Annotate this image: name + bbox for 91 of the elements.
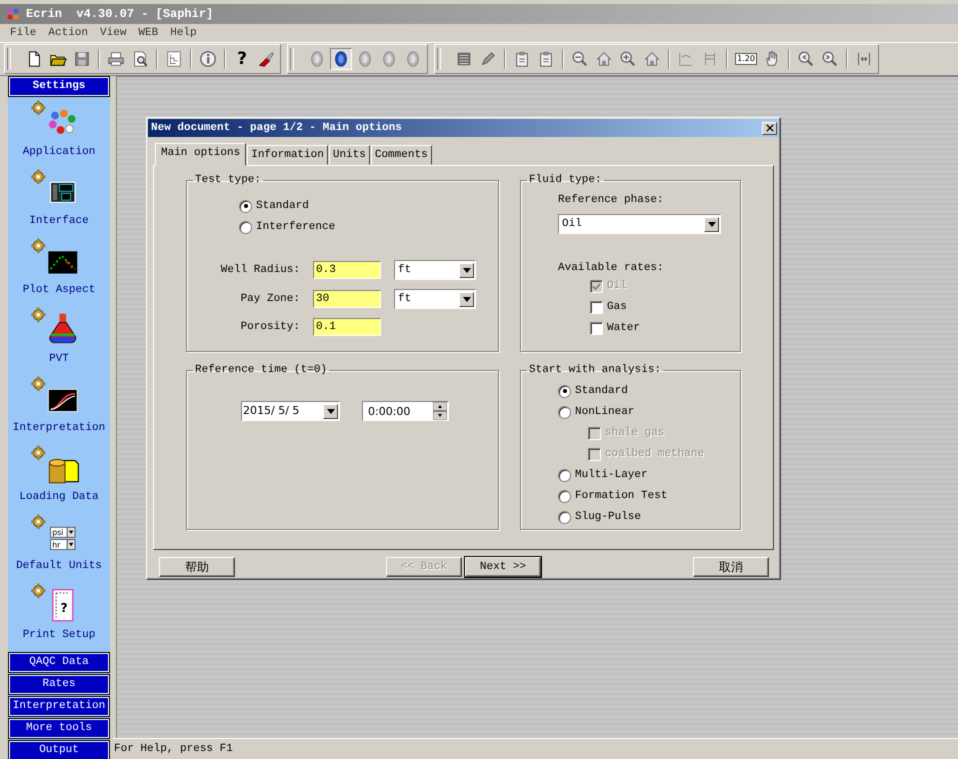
sidebar-section[interactable]: Output <box>9 741 109 759</box>
sidebar-section[interactable]: Interpretation <box>9 697 109 716</box>
help-button[interactable]: ? <box>231 48 253 70</box>
radio-button[interactable]: Slug-Pulse <box>558 509 740 525</box>
sidebar-item-label[interactable]: PVT <box>49 353 69 365</box>
field-label: Reference phase: <box>558 194 665 206</box>
field-label: Porosity: <box>240 321 300 333</box>
checkbox[interactable]: Gas <box>590 299 740 315</box>
house-icon <box>595 50 613 68</box>
field-label: Available rates: <box>558 262 665 274</box>
group-title: Fluid type: <box>528 174 603 186</box>
sidebar-item-label[interactable]: Print Setup <box>22 629 96 641</box>
sidebar-item-label[interactable]: Plot Aspect <box>22 284 96 296</box>
sidebar-header[interactable]: Settings <box>9 77 109 96</box>
close-button[interactable] <box>762 122 777 134</box>
list-icon <box>455 50 473 68</box>
menu-item[interactable]: View <box>94 27 132 39</box>
sidebar-item-label[interactable]: Loading Data <box>19 491 99 503</box>
date-picker[interactable]: 2015/ 5/ 5 <box>241 401 340 421</box>
status-text: For Help, press F1 <box>114 743 233 755</box>
spinner-icon <box>433 402 447 420</box>
sidebar-section[interactable]: QAQC Data <box>9 653 109 672</box>
knife-icon <box>257 50 275 68</box>
toolbar-button[interactable] <box>330 48 352 70</box>
zoom-forward-icon <box>821 50 839 68</box>
zoom-out-icon <box>571 50 589 68</box>
arrows-icon <box>855 50 873 68</box>
save-icon <box>73 50 91 68</box>
info-icon <box>199 50 217 68</box>
gem-icon <box>356 50 374 68</box>
clipboard-icon <box>537 50 555 68</box>
scale-button[interactable]: 1.20 <box>733 48 759 70</box>
sidebar-section[interactable]: More tools <box>9 719 109 738</box>
radio-button[interactable]: Interference <box>239 219 498 235</box>
dialog-button[interactable]: 帮助 <box>159 557 235 577</box>
dropdown-arrow-icon <box>462 296 470 302</box>
unit-dropdown[interactable]: ft <box>394 260 476 280</box>
gem-icon <box>404 50 422 68</box>
gear-and-database-icon[interactable] <box>30 445 80 485</box>
clipboard-icon <box>513 50 531 68</box>
checkmark-icon <box>592 282 601 290</box>
curve-icon <box>677 50 695 68</box>
input-field[interactable]: 30 <box>313 290 381 308</box>
radio-button[interactable]: Standard <box>558 383 740 399</box>
menu-item[interactable]: Action <box>42 27 94 39</box>
sidebar-item-label[interactable]: Interpretation <box>12 422 106 434</box>
menu-item[interactable]: WEB <box>132 27 164 39</box>
radio-button[interactable]: Formation Test <box>558 488 740 504</box>
group-title: Reference time (t=0) <box>194 364 328 376</box>
field-label: Pay Zone: <box>240 293 300 305</box>
gem-icon <box>380 50 398 68</box>
zoom-in-icon <box>619 50 637 68</box>
menu-item[interactable]: File <box>4 27 42 39</box>
dropdown-arrow-icon <box>708 222 716 226</box>
group-title: Start with analysis: <box>528 364 662 376</box>
input-field[interactable]: 0.3 <box>313 261 381 279</box>
sidebar-section[interactable]: Rates <box>9 675 109 694</box>
sidebar-item-label[interactable]: Application <box>22 146 96 158</box>
zoom-back-icon <box>797 50 815 68</box>
gem-icon <box>308 50 326 68</box>
radio-button[interactable]: Standard <box>239 198 498 214</box>
tab[interactable]: Units <box>328 145 370 165</box>
print-preview-icon <box>131 50 149 68</box>
house-icon <box>643 50 661 68</box>
unit-dropdown[interactable]: ft <box>394 289 476 309</box>
dialog-title: New document - page 1/2 - Main options <box>151 122 402 134</box>
tab[interactable]: Information <box>247 145 328 165</box>
close-icon <box>766 124 774 132</box>
dialog-button[interactable]: Next >> <box>465 557 541 577</box>
tab[interactable]: Main options <box>155 143 246 166</box>
dropdown-arrow-icon <box>462 268 470 272</box>
field-label: Well Radius: <box>220 264 300 276</box>
menu-item[interactable]: Help <box>164 27 203 39</box>
window-title: Ecrin v4.30.07 - [Saphir] <box>26 7 214 21</box>
tree-icon <box>165 50 183 68</box>
input-field[interactable]: 0.1 <box>313 318 381 336</box>
radio-button[interactable]: NonLinear <box>558 404 740 420</box>
phase-dropdown[interactable]: Oil <box>558 214 721 234</box>
app-icon <box>6 7 20 21</box>
dialog-button[interactable]: 取消 <box>693 557 769 577</box>
gem-icon <box>332 50 350 68</box>
tab[interactable]: Comments <box>370 145 432 165</box>
checkbox[interactable]: Water <box>590 320 740 336</box>
sidebar-item-label[interactable]: Interface <box>29 215 89 227</box>
group-title: Test type: <box>194 174 262 186</box>
radio-button[interactable]: Multi-Layer <box>558 467 740 483</box>
printer-icon <box>107 50 125 68</box>
time-field[interactable]: 0:00:00 <box>362 401 449 421</box>
pen-icon <box>479 50 497 68</box>
dropdown-arrow-icon <box>326 408 334 414</box>
sidebar-item-label[interactable]: Default Units <box>16 560 102 572</box>
